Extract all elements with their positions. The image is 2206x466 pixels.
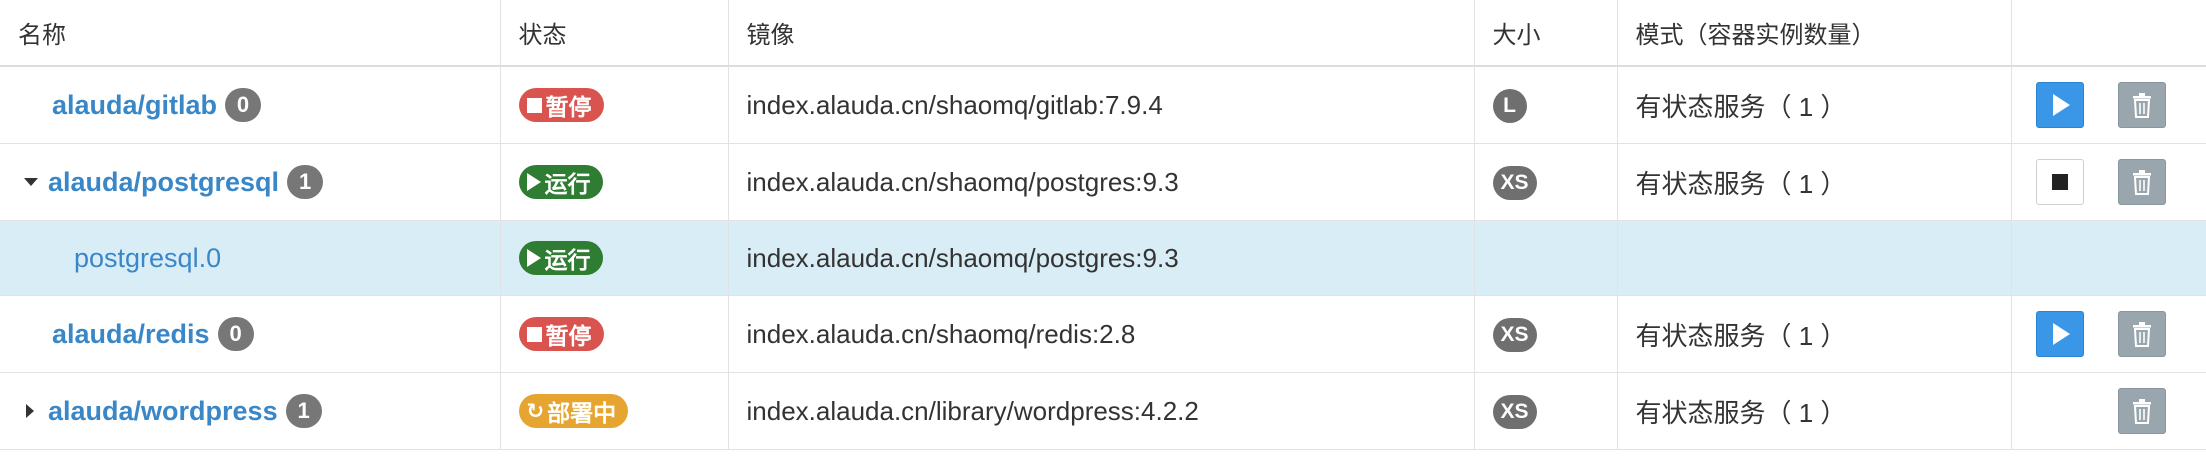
table-row: alauda/gitlab 0 暂停 index.alauda.cn/shaom… [0, 66, 2206, 144]
table-row: alauda/postgresql 1 运行 index.alauda.cn/s… [0, 143, 2206, 221]
service-link[interactable]: alauda/postgresql [48, 167, 279, 198]
mode-cell: 有状态服务（ 1 ） [1617, 143, 2012, 221]
size-cell: XS [1474, 143, 1618, 221]
name-cell: alauda/redis 0 [0, 295, 501, 373]
services-table: 名称 状态 镜像 大小 模式（容器实例数量） alauda/gitlab 0 暂… [0, 0, 2206, 450]
status-label: 运行 [544, 171, 591, 197]
mode-cell [1617, 220, 2012, 296]
status-label: 运行 [544, 247, 591, 273]
size-badge: L [1492, 88, 1527, 123]
trash-icon [2132, 93, 2151, 118]
size-badge: XS [1492, 317, 1537, 352]
size-cell [1474, 220, 1618, 296]
header-status: 状态 [500, 0, 729, 67]
table-body: alauda/gitlab 0 暂停 index.alauda.cn/shaom… [0, 66, 2206, 450]
header-mode: 模式（容器实例数量） [1617, 0, 2012, 67]
mode-cell: 有状态服务（ 1 ） [1617, 372, 2012, 450]
table-row: alauda/redis 0 暂停 index.alauda.cn/shaomq… [0, 295, 2206, 373]
stop-icon [2051, 174, 2068, 190]
status-badge: 运行 [518, 241, 603, 275]
image-cell: index.alauda.cn/library/wordpress:4.2.2 [728, 372, 1475, 450]
size-badge: XS [1492, 165, 1537, 200]
header-row: 名称 状态 镜像 大小 模式（容器实例数量） [0, 0, 2206, 67]
instance-count-badge: 0 [225, 88, 262, 122]
name-cell: alauda/gitlab 0 [0, 66, 501, 144]
header-image: 镜像 [728, 0, 1475, 67]
actions-cell [2011, 220, 2206, 296]
size-cell: XS [1474, 372, 1618, 450]
service-link[interactable]: alauda/wordpress [48, 396, 278, 427]
caret-right-icon[interactable] [20, 400, 42, 422]
instance-count-badge: 1 [285, 394, 322, 428]
status-cell: 暂停 [500, 66, 729, 144]
image-cell: index.alauda.cn/shaomq/postgres:9.3 [728, 143, 1475, 221]
size-badge: XS [1492, 394, 1537, 429]
status-badge: 暂停 [518, 88, 604, 122]
instance-row: postgresql.0 运行 index.alauda.cn/shaomq/p… [0, 220, 2206, 296]
mode-cell: 有状态服务（ 1 ） [1617, 295, 2012, 373]
delete-button[interactable] [2117, 311, 2166, 357]
header-size: 大小 [1474, 0, 1618, 67]
table-header: 名称 状态 镜像 大小 模式（容器实例数量） [0, 0, 2206, 67]
refresh-icon: ↻ [526, 399, 545, 423]
status-badge: ↻ 部署中 [518, 394, 629, 429]
play-icon [2053, 323, 2070, 345]
table-row: alauda/wordpress 1 ↻ 部署中 index.alauda.cn… [0, 372, 2206, 450]
status-cell: 暂停 [500, 295, 729, 373]
service-link[interactable]: alauda/gitlab [52, 90, 217, 121]
name-cell: alauda/postgresql 1 [0, 143, 501, 221]
trash-icon [2132, 322, 2151, 347]
status-label: 暂停 [545, 94, 592, 120]
actions-cell [2011, 372, 2206, 450]
delete-button[interactable] [2117, 82, 2166, 128]
name-cell: postgresql.0 [0, 220, 501, 296]
instance-count-badge: 0 [217, 317, 254, 351]
instance-count-badge: 1 [287, 165, 324, 199]
actions-cell [2011, 143, 2206, 221]
image-cell: index.alauda.cn/shaomq/postgres:9.3 [728, 220, 1475, 296]
status-badge: 暂停 [518, 317, 604, 351]
caret-down-icon[interactable] [20, 171, 42, 193]
play-icon [2053, 94, 2070, 116]
trash-icon [2132, 170, 2151, 195]
image-cell: index.alauda.cn/shaomq/gitlab:7.9.4 [728, 66, 1475, 144]
service-link[interactable]: alauda/redis [52, 319, 210, 350]
play-icon [526, 249, 541, 267]
status-label: 部署中 [547, 400, 617, 427]
header-name: 名称 [0, 0, 501, 67]
size-cell: L [1474, 66, 1618, 144]
start-button[interactable] [2035, 82, 2084, 128]
size-cell: XS [1474, 295, 1618, 373]
square-icon [526, 326, 542, 342]
start-button[interactable] [2035, 311, 2084, 357]
stop-button[interactable] [2035, 159, 2084, 205]
status-cell: ↻ 部署中 [500, 372, 729, 450]
actions-cell [2011, 295, 2206, 373]
play-icon [526, 173, 541, 191]
delete-button[interactable] [2117, 388, 2166, 434]
trash-icon [2132, 399, 2151, 424]
instance-link[interactable]: postgresql.0 [74, 243, 221, 274]
status-label: 暂停 [545, 323, 592, 349]
services-table-container: 名称 状态 镜像 大小 模式（容器实例数量） alauda/gitlab 0 暂… [0, 0, 2206, 466]
image-cell: index.alauda.cn/shaomq/redis:2.8 [728, 295, 1475, 373]
header-actions [2011, 0, 2206, 67]
name-cell: alauda/wordpress 1 [0, 372, 501, 450]
actions-cell [2011, 66, 2206, 144]
status-badge: 运行 [518, 165, 603, 199]
delete-button[interactable] [2117, 159, 2166, 205]
status-cell: 运行 [500, 220, 729, 296]
mode-cell: 有状态服务（ 1 ） [1617, 66, 2012, 144]
square-icon [526, 97, 542, 113]
status-cell: 运行 [500, 143, 729, 221]
